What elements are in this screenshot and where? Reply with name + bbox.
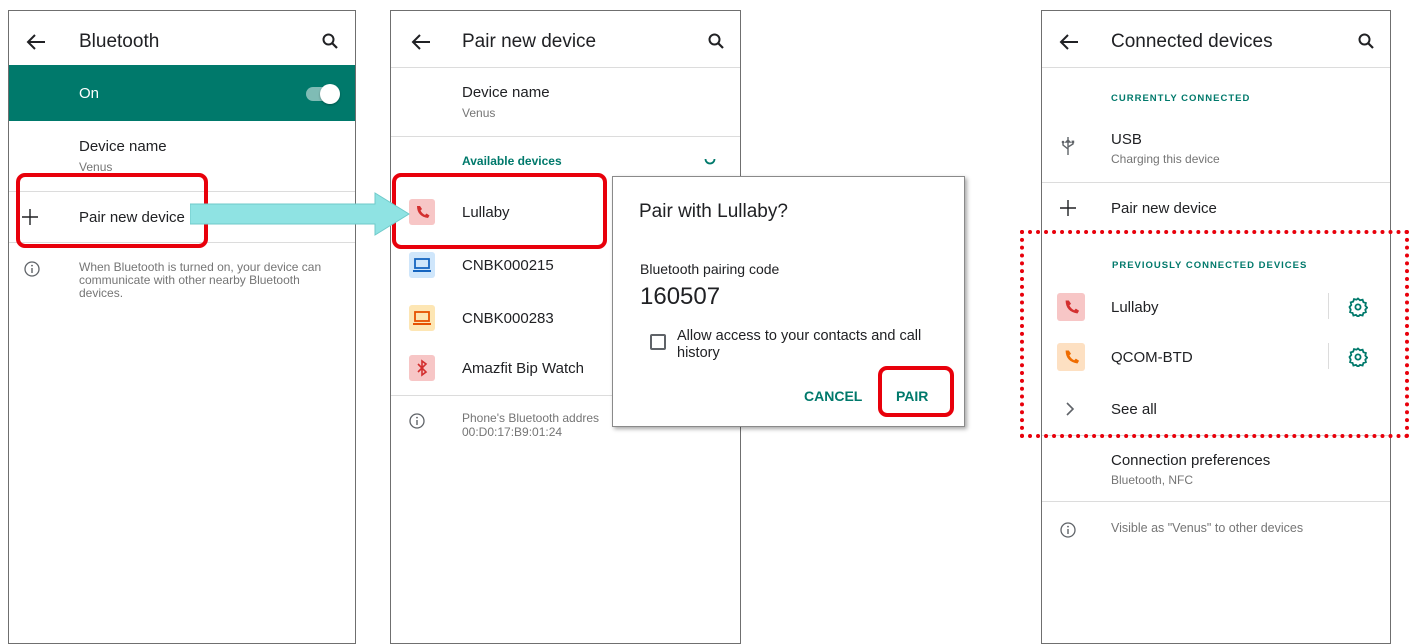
contacts-checkbox[interactable] xyxy=(650,334,666,350)
loading-spinner-icon xyxy=(704,158,716,165)
previously-connected-header: PREVIOUSLY CONNECTED DEVICES xyxy=(1112,260,1308,271)
page-title: Connected devices xyxy=(1111,31,1273,52)
chevron-right-icon xyxy=(1066,402,1075,416)
plus-icon xyxy=(22,209,38,225)
dialog-title: Pair with Lullaby? xyxy=(639,201,788,222)
laptop-icon xyxy=(409,305,435,331)
pairing-code: 160507 xyxy=(640,283,721,310)
toggle-switch[interactable] xyxy=(306,84,340,104)
device-name-value: Venus xyxy=(462,106,496,120)
divider xyxy=(391,136,740,137)
prev-device-lullaby[interactable]: Lullaby xyxy=(1042,283,1390,329)
vertical-divider xyxy=(1328,343,1329,369)
device-label: CNBK000215 xyxy=(462,257,554,274)
device-label: Amazfit Bip Watch xyxy=(462,360,584,377)
divider xyxy=(1042,501,1390,502)
connected-devices-screen: Connected devices CURRENTLY CONNECTED US… xyxy=(1041,10,1391,644)
checkbox-label-line2: history xyxy=(677,345,720,361)
divider xyxy=(9,242,355,243)
connection-preferences-title: Connection preferences xyxy=(1111,452,1271,469)
bluetooth-screen: Bluetooth On Device name Venus Pair new … xyxy=(8,10,356,644)
gear-icon[interactable] xyxy=(1348,347,1368,367)
device-name-title: Device name xyxy=(462,84,550,101)
see-all-item[interactable]: See all xyxy=(1042,386,1390,432)
vertical-divider xyxy=(1328,293,1329,319)
checkbox-label-line1: Allow access to your contacts and call xyxy=(677,328,922,344)
info-icon xyxy=(409,413,425,429)
search-icon[interactable] xyxy=(708,33,724,49)
appbar-divider xyxy=(1042,67,1390,68)
search-icon[interactable] xyxy=(322,33,338,49)
bluetooth-icon xyxy=(409,355,435,381)
bluetooth-toggle-bar[interactable]: On xyxy=(9,65,355,121)
device-label: Lullaby xyxy=(462,204,510,221)
bluetooth-address-label: Phone's Bluetooth addres xyxy=(462,411,600,425)
device-name-item[interactable]: Device name Venus xyxy=(9,121,355,191)
device-name-title: Device name xyxy=(79,138,167,155)
available-devices-header: Available devices xyxy=(462,154,562,168)
usb-title: USB xyxy=(1111,131,1142,148)
device-name-value: Venus xyxy=(79,160,113,174)
phone-icon xyxy=(409,199,435,225)
usb-icon xyxy=(1061,137,1075,155)
gear-icon[interactable] xyxy=(1348,297,1368,317)
laptop-icon xyxy=(409,252,435,278)
visible-as-text: Visible as "Venus" to other devices xyxy=(1111,521,1304,535)
cancel-button[interactable]: CANCEL xyxy=(804,388,862,404)
currently-connected-header: CURRENTLY CONNECTED xyxy=(1111,93,1251,104)
phone-icon xyxy=(1057,343,1085,371)
pair-new-device-label: Pair new device xyxy=(79,209,185,226)
pairing-code-label: Bluetooth pairing code xyxy=(640,261,780,277)
pair-new-device-item[interactable]: Pair new device xyxy=(1042,183,1390,233)
connection-preferences-item[interactable]: Connection preferences Bluetooth, NFC xyxy=(1042,436,1390,496)
pair-new-device-label: Pair new device xyxy=(1111,200,1217,217)
back-arrow-icon[interactable] xyxy=(411,33,431,51)
phone-icon xyxy=(1057,293,1085,321)
usb-subtitle: Charging this device xyxy=(1111,152,1220,166)
device-label: CNBK000283 xyxy=(462,310,554,327)
device-name-item[interactable]: Device name Venus xyxy=(391,68,740,136)
device-label: Lullaby xyxy=(1111,299,1159,316)
plus-icon xyxy=(1060,200,1076,216)
search-icon[interactable] xyxy=(1358,33,1374,49)
back-arrow-icon[interactable] xyxy=(1059,33,1079,51)
info-text: When Bluetooth is turned on, your device… xyxy=(79,260,322,300)
page-title: Bluetooth xyxy=(79,31,160,52)
page-title: Pair new device xyxy=(462,31,597,52)
prev-device-qcom-btd[interactable]: QCOM-BTD xyxy=(1042,333,1390,379)
bluetooth-address-value: 00:D0:17:B9:01:24 xyxy=(462,425,563,439)
pair-button[interactable]: PAIR xyxy=(896,388,928,404)
back-arrow-icon[interactable] xyxy=(26,33,46,51)
usb-item[interactable]: USB Charging this device xyxy=(1042,119,1390,179)
see-all-label: See all xyxy=(1111,401,1157,418)
pair-dialog: Pair with Lullaby? Bluetooth pairing cod… xyxy=(612,176,965,427)
device-label: QCOM-BTD xyxy=(1111,349,1193,366)
toggle-label: On xyxy=(79,85,100,102)
info-icon xyxy=(24,261,40,277)
connection-preferences-subtitle: Bluetooth, NFC xyxy=(1111,473,1194,487)
arrow-right-icon xyxy=(190,192,410,236)
info-icon xyxy=(1060,522,1076,538)
